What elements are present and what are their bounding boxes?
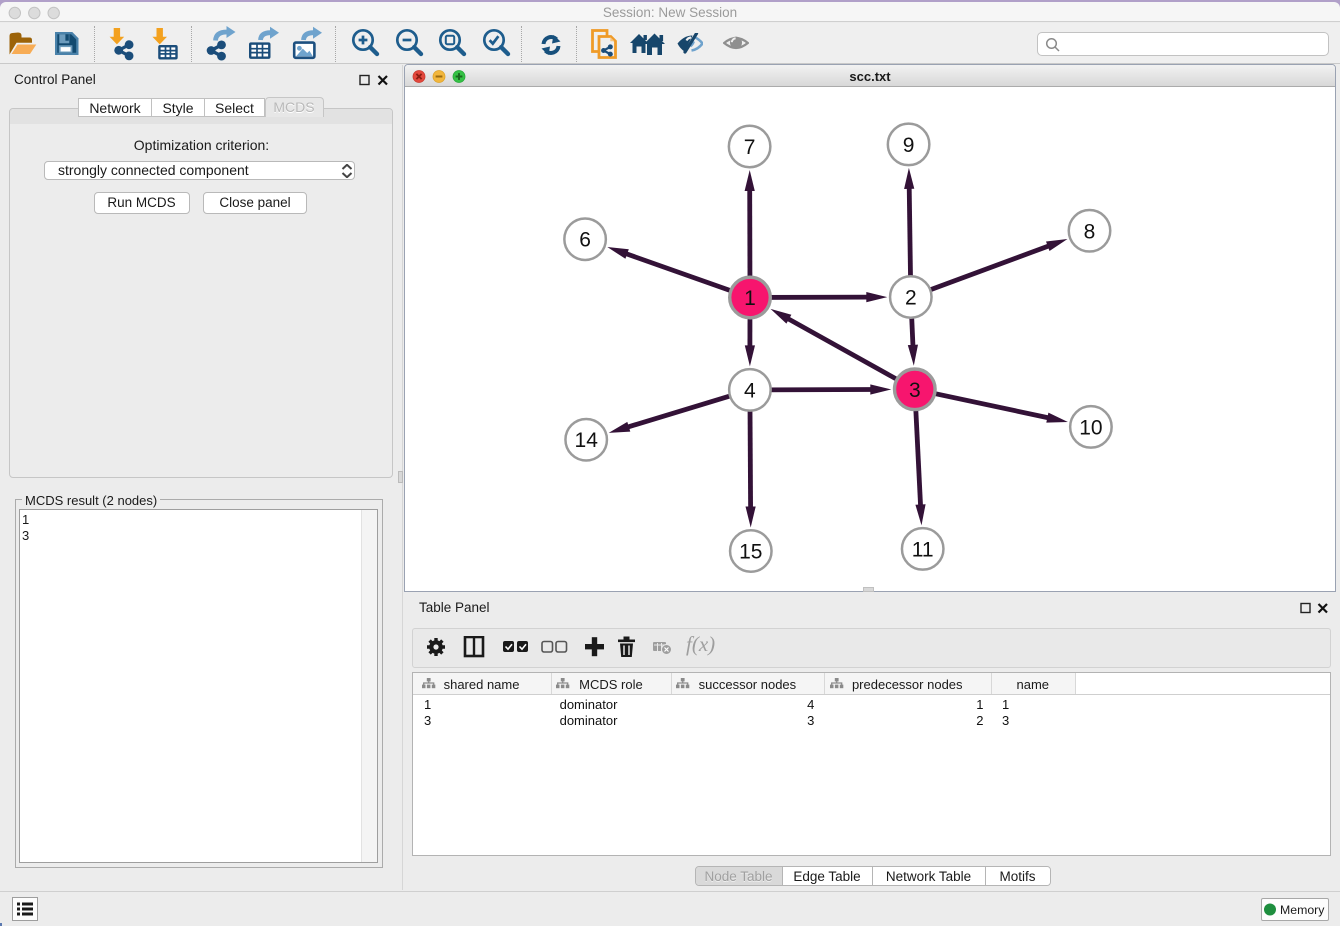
svg-text:9: 9 [903,134,915,157]
svg-text:1: 1 [744,287,756,310]
svg-text:8: 8 [1084,220,1096,243]
svg-text:10: 10 [1079,416,1102,439]
svg-text:6: 6 [579,229,591,252]
svg-text:15: 15 [739,541,762,564]
svg-text:2: 2 [905,287,917,310]
svg-text:7: 7 [744,136,756,159]
svg-text:14: 14 [575,429,599,452]
svg-text:3: 3 [909,379,921,402]
svg-text:11: 11 [912,538,934,561]
svg-text:4: 4 [744,379,756,402]
